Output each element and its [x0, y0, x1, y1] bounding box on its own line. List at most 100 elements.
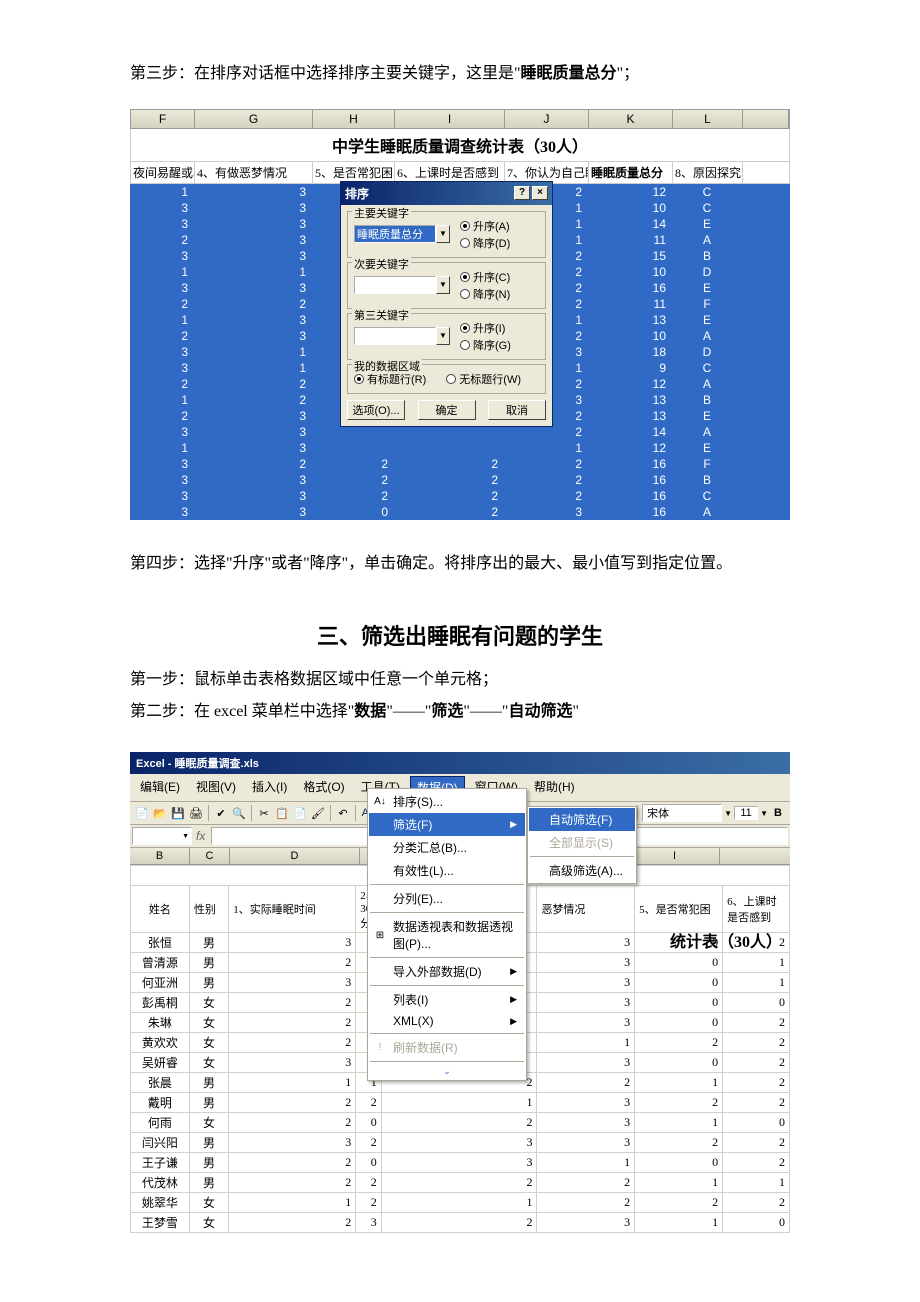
font-select[interactable]: 宋体 [642, 804, 722, 822]
sort-icon: A↓ [373, 795, 387, 809]
menu-item[interactable]: 插入(I) [246, 776, 293, 799]
group-data-area: 我的数据区域 [352, 358, 422, 374]
radio-descending-n[interactable]: 降序(N) [460, 286, 510, 302]
primary-key-combo[interactable]: 睡眠质量总分 ▼ [354, 225, 450, 243]
group-secondary-key: 次要关键字 [352, 256, 411, 272]
menu-validation[interactable]: 有效性(L)... [369, 859, 525, 882]
radio-descending-g[interactable]: 降序(G) [460, 337, 511, 353]
table-row: 代茂林男222211 [131, 1173, 790, 1193]
cut-icon[interactable]: ✂ [256, 805, 272, 821]
menu-import[interactable]: 导入外部数据(D)▶ [369, 960, 525, 983]
sheet-column-label: 7、你认为自己睡 [505, 162, 589, 183]
sort-dialog: 排序 ? × 主要关键字 睡眠质量总分 ▼ 升序(A) 降序(D) [340, 181, 553, 427]
sheet-column-label: 8、原因探究 [673, 162, 743, 183]
filter-submenu: 自动筛选(F) 全部显示(S) 高级筛选(A)... [527, 806, 637, 884]
column-header[interactable]: D [230, 848, 360, 864]
cancel-button[interactable]: 取消 [488, 400, 546, 420]
submenu-advanced[interactable]: 高级筛选(A)... [529, 859, 635, 882]
spell-icon[interactable]: ✔ [213, 805, 229, 821]
dropdown-arrow-icon[interactable]: ▼ [436, 225, 450, 243]
radio-ascending-c[interactable]: 升序(C) [460, 269, 510, 285]
column-header[interactable]: J [505, 110, 589, 128]
third-key-combo[interactable]: ▼ [354, 327, 450, 345]
menu-sort[interactable]: A↓排序(S)... [369, 790, 525, 813]
paragraph-filter-step2: 第二步：在 excel 菜单栏中选择"数据"——"筛选"——"自动筛选" [130, 698, 790, 727]
menu-item[interactable]: 格式(O) [297, 776, 350, 799]
table-row: 王子谦男203102 [131, 1153, 790, 1173]
group-primary-key: 主要关键字 [352, 205, 411, 221]
paragraph-filter-step1: 第一步：鼠标单击表格数据区域中任意一个单元格； [130, 666, 790, 695]
table-row: 3322216C [130, 488, 790, 504]
help-button[interactable]: ? [514, 186, 530, 200]
close-button[interactable]: × [532, 186, 548, 200]
dropdown-arrow-icon[interactable]: ▼ [436, 276, 450, 294]
table-row: 何雨女202310 [131, 1113, 790, 1133]
options-button[interactable]: 选项(O)... [347, 400, 405, 420]
data-menu-dropdown: A↓排序(S)... 筛选(F)▶ 分类汇总(B)... 有效性(L)... 分… [367, 788, 527, 1081]
column-header[interactable]: K [589, 110, 673, 128]
menu-item[interactable]: 帮助(H) [528, 776, 581, 799]
ok-button[interactable]: 确定 [418, 400, 476, 420]
sheet-title: 中学生睡眠质量调查统计表（30人） [130, 129, 790, 162]
table-row: 3322216B [130, 472, 790, 488]
name-box[interactable] [132, 827, 192, 845]
column-header[interactable]: G [195, 110, 313, 128]
group-third-key: 第三关键字 [352, 307, 411, 323]
copy-icon[interactable]: 📋 [274, 805, 290, 821]
table-row: 王梦雪女232310 [131, 1213, 790, 1233]
table-row: 3302316A [130, 504, 790, 520]
research-icon[interactable]: 🔍 [231, 805, 247, 821]
menu-item[interactable]: 编辑(E) [134, 776, 186, 799]
sheet-column-label: 4、有做恶梦情况 [195, 162, 313, 183]
menu-subtotal[interactable]: 分类汇总(B)... [369, 836, 525, 859]
table-row: 闫兴阳男323322 [131, 1133, 790, 1153]
secondary-key-combo[interactable]: ▼ [354, 276, 450, 294]
format-painter-icon[interactable]: 🖌 [310, 805, 326, 821]
table-row: 3222216F [130, 456, 790, 472]
menu-xml[interactable]: XML(X)▶ [369, 1011, 525, 1031]
column-header[interactable]: I [395, 110, 505, 128]
pivot-icon: ⊞ [373, 928, 387, 942]
excel-screenshot-1: FGHIJKL 中学生睡眠质量调查统计表（30人） 夜间易醒或早醒4、有做恶梦情… [130, 109, 790, 520]
submenu-autofilter[interactable]: 自动筛选(F) [529, 808, 635, 831]
table-row: 13112E [130, 440, 790, 456]
radio-no-header[interactable]: 无标题行(W) [446, 371, 521, 387]
excel-screenshot-2: Excel - 睡眠质量调查.xls 编辑(E)视图(V)插入(I)格式(O)工… [130, 752, 790, 1233]
undo-icon[interactable]: ↶ [335, 805, 351, 821]
section-title: 三、筛选出睡眠有问题的学生 [130, 619, 790, 651]
menu-item[interactable]: 视图(V) [190, 776, 242, 799]
column-header[interactable]: C [190, 848, 230, 864]
radio-ascending-i[interactable]: 升序(I) [460, 320, 511, 336]
dialog-titlebar: 排序 ? × [341, 182, 552, 205]
paste-icon[interactable]: 📄 [292, 805, 308, 821]
menu-refresh: !刷新数据(R) [369, 1036, 525, 1059]
dropdown-arrow-icon[interactable]: ▼ [436, 327, 450, 345]
column-header[interactable]: F [131, 110, 195, 128]
sheet-column-label: 睡眠质量总分 [589, 162, 673, 183]
new-icon[interactable]: 📄 [134, 805, 150, 821]
expand-chevron-icon[interactable]: ⌄ [369, 1064, 525, 1079]
table-row: 戴明男221322 [131, 1093, 790, 1113]
menu-pivot[interactable]: ⊞数据透视表和数据透视图(P)... [369, 915, 525, 955]
save-icon[interactable]: 💾 [170, 805, 186, 821]
radio-descending-d[interactable]: 降序(D) [460, 235, 510, 251]
column-header[interactable]: B [130, 848, 190, 864]
table-row: 姚翠华女121222 [131, 1193, 790, 1213]
refresh-icon: ! [373, 1041, 387, 1055]
paragraph-step4: 第四步：选择"升序"或者"降序"，单击确定。将排序出的最大、最小值写到指定位置。 [130, 550, 790, 579]
print-icon[interactable]: 🖨 [188, 805, 204, 821]
menu-column[interactable]: 分列(E)... [369, 887, 525, 910]
submenu-showall: 全部显示(S) [529, 831, 635, 854]
column-header[interactable]: H [313, 110, 395, 128]
fontsize-select[interactable]: 11 [734, 806, 758, 820]
menu-list[interactable]: 列表(I)▶ [369, 988, 525, 1011]
sheet-column-label: 6、上课时是否感到 [395, 162, 505, 183]
open-icon[interactable]: 📂 [152, 805, 168, 821]
menu-filter[interactable]: 筛选(F)▶ [369, 813, 525, 836]
radio-ascending-a[interactable]: 升序(A) [460, 218, 510, 234]
paragraph-step3: 第三步：在排序对话框中选择排序主要关键字，这里是"睡眠质量总分"； [130, 60, 790, 89]
bold-button[interactable]: B [770, 805, 786, 821]
window-titlebar: Excel - 睡眠质量调查.xls [130, 752, 790, 774]
column-header[interactable]: L [673, 110, 743, 128]
column-header[interactable]: I [630, 848, 720, 864]
